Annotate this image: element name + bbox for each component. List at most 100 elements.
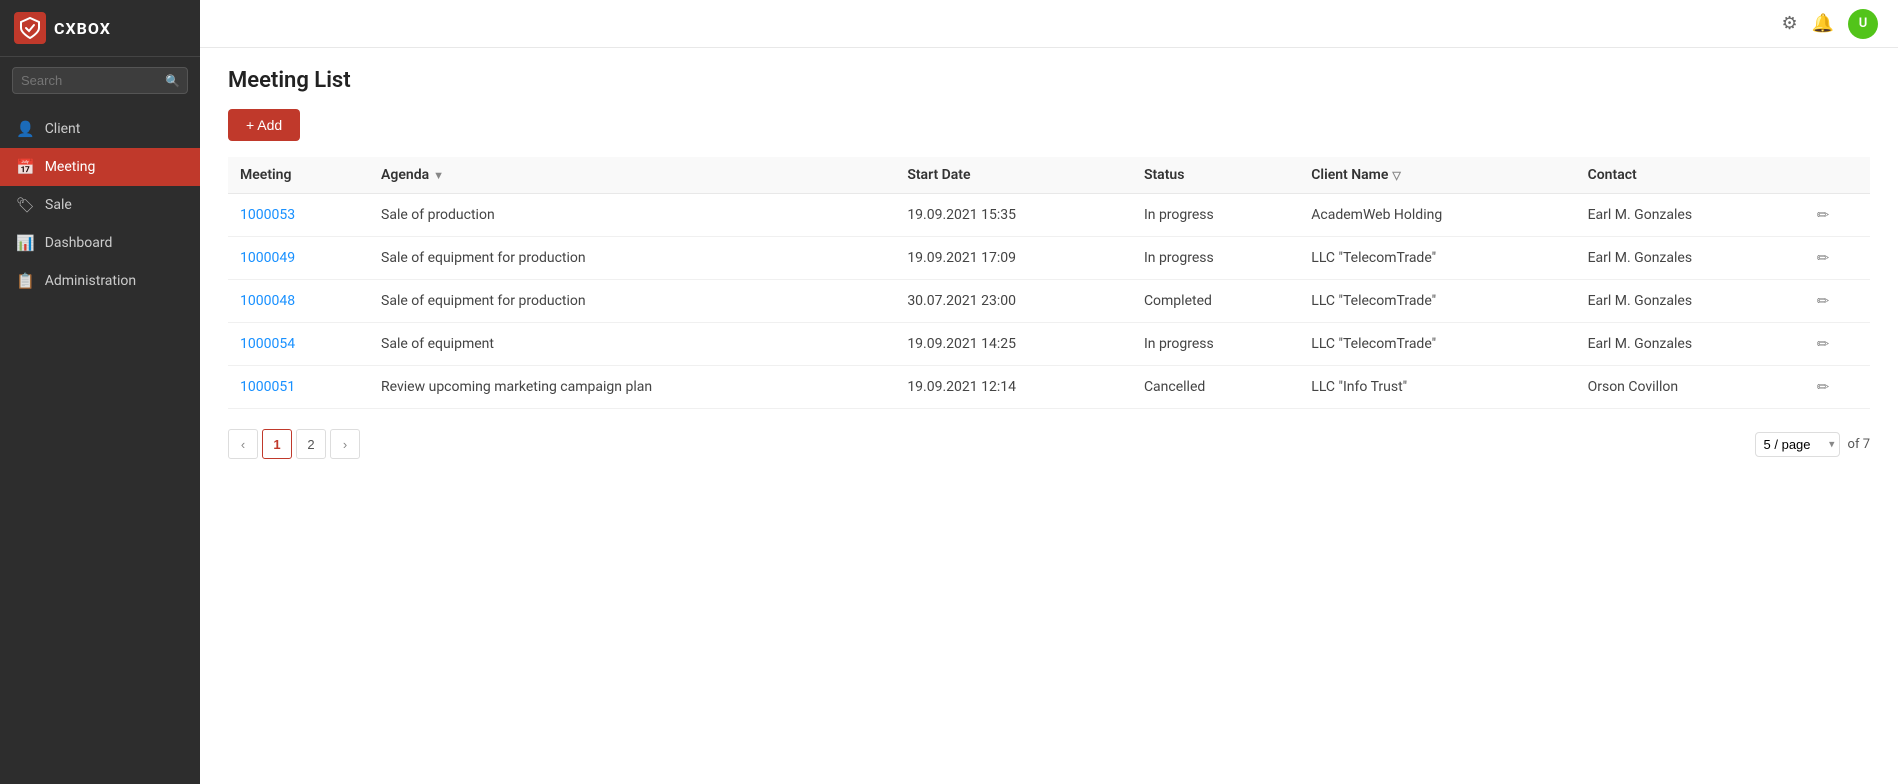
- sidebar-item-sale[interactable]: 🏷 Sale: [0, 186, 200, 224]
- app-name: CXBOX: [54, 19, 111, 38]
- per-page-area: 5 / page10 / page20 / page of 7: [1755, 432, 1870, 457]
- dashboard-nav-icon: 📊: [16, 234, 35, 252]
- cell-client-name-4: LLC "Info Trust": [1299, 366, 1575, 409]
- table-header: Meeting Agenda ▼ Start Date: [228, 157, 1870, 194]
- cell-client-name-1: LLC "TelecomTrade": [1299, 237, 1575, 280]
- cell-status-3: In progress: [1132, 323, 1299, 366]
- cell-client-name-3: LLC "TelecomTrade": [1299, 323, 1575, 366]
- cell-meeting-4: 1000051: [228, 366, 369, 409]
- cell-contact-3: Earl M. Gonzales: [1576, 323, 1805, 366]
- sale-nav-icon: 🏷: [16, 196, 35, 214]
- search-input[interactable]: [12, 67, 188, 94]
- cell-meeting-2: 1000048: [228, 280, 369, 323]
- cell-status-2: Completed: [1132, 280, 1299, 323]
- edit-button-4[interactable]: ✏: [1817, 378, 1830, 396]
- table-row: 1000048 Sale of equipment for production…: [228, 280, 1870, 323]
- col-start-date: Start Date: [895, 157, 1132, 194]
- cell-agenda-1: Sale of equipment for production: [369, 237, 895, 280]
- table-row: 1000049 Sale of equipment for production…: [228, 237, 1870, 280]
- edit-button-2[interactable]: ✏: [1817, 292, 1830, 310]
- cell-meeting-3: 1000054: [228, 323, 369, 366]
- sidebar-item-label: Client: [45, 121, 81, 137]
- edit-button-3[interactable]: ✏: [1817, 335, 1830, 353]
- settings-icon[interactable]: ⚙: [1781, 13, 1797, 34]
- col-contact: Contact: [1576, 157, 1805, 194]
- page-1-button[interactable]: 1: [262, 429, 292, 459]
- sidebar-item-dashboard[interactable]: 📊 Dashboard: [0, 224, 200, 262]
- meeting-link-1[interactable]: 1000049: [240, 250, 295, 266]
- table-body: 1000053 Sale of production 19.09.2021 15…: [228, 194, 1870, 409]
- cell-start-date-2: 30.07.2021 23:00: [895, 280, 1132, 323]
- sidebar-item-label: Sale: [45, 197, 72, 213]
- table-wrapper: Meeting Agenda ▼ Start Date: [228, 157, 1870, 409]
- meetings-table: Meeting Agenda ▼ Start Date: [228, 157, 1870, 409]
- sidebar-item-label: Meeting: [45, 159, 96, 175]
- cell-agenda-2: Sale of equipment for production: [369, 280, 895, 323]
- search-icon: 🔍: [165, 74, 180, 88]
- page-2-button[interactable]: 2: [296, 429, 326, 459]
- sidebar-item-label: Dashboard: [45, 235, 113, 251]
- cell-client-name-2: LLC "TelecomTrade": [1299, 280, 1575, 323]
- cell-agenda-3: Sale of equipment: [369, 323, 895, 366]
- edit-button-1[interactable]: ✏: [1817, 249, 1830, 267]
- user-avatar[interactable]: U: [1848, 9, 1878, 39]
- sidebar: CXBOX 🔍 👤 Client 📅Meeting 🏷 Sale 📊 Dashboard 📋 A…: [0, 0, 200, 784]
- cell-status-0: In progress: [1132, 194, 1299, 237]
- client-name-filter-icon[interactable]: ▽: [1392, 169, 1400, 182]
- page-buttons: ‹ 1 2 ›: [228, 429, 360, 459]
- sidebar-item-label: Administration: [45, 273, 136, 289]
- cell-start-date-3: 19.09.2021 14:25: [895, 323, 1132, 366]
- sidebar-search-area: 🔍: [0, 57, 200, 104]
- cell-meeting-0: 1000053: [228, 194, 369, 237]
- col-status: Status: [1132, 157, 1299, 194]
- prev-page-button[interactable]: ‹: [228, 429, 258, 459]
- sidebar-item-meeting[interactable]: 📅Meeting: [0, 148, 200, 186]
- cell-start-date-0: 19.09.2021 15:35: [895, 194, 1132, 237]
- meeting-link-4[interactable]: 1000051: [240, 379, 295, 395]
- per-page-select[interactable]: 5 / page10 / page20 / page: [1755, 432, 1840, 457]
- cell-edit-0: ✏: [1805, 194, 1870, 237]
- cell-contact-0: Earl M. Gonzales: [1576, 194, 1805, 237]
- agenda-sort-icon[interactable]: ▼: [433, 169, 444, 182]
- total-pages-label: of 7: [1848, 437, 1870, 452]
- cell-edit-4: ✏: [1805, 366, 1870, 409]
- client-nav-icon: 👤: [16, 120, 35, 138]
- meeting-link-0[interactable]: 1000053: [240, 207, 295, 223]
- cell-start-date-1: 19.09.2021 17:09: [895, 237, 1132, 280]
- cell-contact-1: Earl M. Gonzales: [1576, 237, 1805, 280]
- next-page-button[interactable]: ›: [330, 429, 360, 459]
- edit-button-0[interactable]: ✏: [1817, 206, 1830, 224]
- sidebar-item-client[interactable]: 👤 Client: [0, 110, 200, 148]
- pagination: ‹ 1 2 › 5 / page10 / page20 / page of 7: [228, 429, 1870, 459]
- cell-edit-2: ✏: [1805, 280, 1870, 323]
- sidebar-item-administration[interactable]: 📋 Administration: [0, 262, 200, 300]
- meeting-link-3[interactable]: 1000054: [240, 336, 295, 352]
- cell-status-4: Cancelled: [1132, 366, 1299, 409]
- user-initials: U: [1859, 16, 1868, 31]
- add-button-label: + Add: [246, 117, 282, 133]
- table-row: 1000051 Review upcoming marketing campai…: [228, 366, 1870, 409]
- col-meeting: Meeting: [228, 157, 369, 194]
- table-row: 1000053 Sale of production 19.09.2021 15…: [228, 194, 1870, 237]
- col-agenda: Agenda ▼: [369, 157, 895, 194]
- administration-nav-icon: 📋: [16, 272, 35, 290]
- meeting-link-2[interactable]: 1000048: [240, 293, 295, 309]
- app-logo-icon: [14, 12, 46, 44]
- cell-start-date-4: 19.09.2021 12:14: [895, 366, 1132, 409]
- notification-bell-icon[interactable]: 🔔: [1812, 13, 1834, 34]
- add-button[interactable]: + Add: [228, 109, 300, 141]
- main-area: ⚙ 🔔 U Meeting List + Add Meeting: [200, 0, 1898, 784]
- page-title: Meeting List: [228, 68, 1870, 93]
- cell-agenda-0: Sale of production: [369, 194, 895, 237]
- topbar: ⚙ 🔔 U: [200, 0, 1898, 48]
- content-area: Meeting List + Add Meeting: [200, 48, 1898, 784]
- cell-client-name-0: AcademWeb Holding: [1299, 194, 1575, 237]
- toolbar: + Add: [228, 109, 1870, 141]
- col-actions: [1805, 157, 1870, 194]
- cell-status-1: In progress: [1132, 237, 1299, 280]
- cell-edit-1: ✏: [1805, 237, 1870, 280]
- cell-agenda-4: Review upcoming marketing campaign plan: [369, 366, 895, 409]
- cell-contact-2: Earl M. Gonzales: [1576, 280, 1805, 323]
- topbar-icons: ⚙ 🔔 U: [1781, 9, 1878, 39]
- table-row: 1000054 Sale of equipment 19.09.2021 14:…: [228, 323, 1870, 366]
